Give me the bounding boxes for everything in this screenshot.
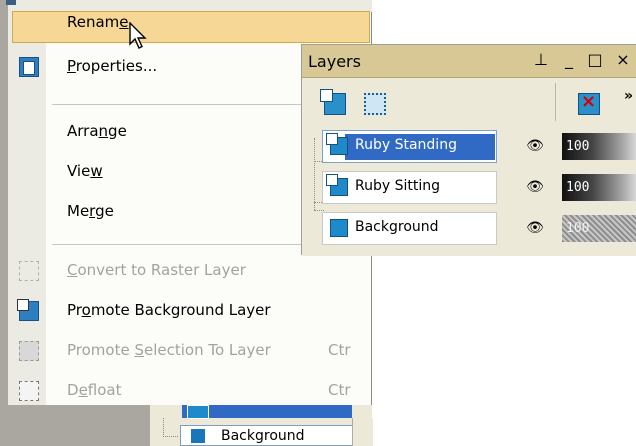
menu-item-convert-to-raster[interactable]: Convert to Raster Layer xyxy=(8,252,372,290)
close-icon[interactable]: × xyxy=(614,51,632,69)
background-layer-icon xyxy=(330,219,348,237)
convert-raster-icon xyxy=(19,261,39,281)
toolbar-overflow-icon[interactable]: » xyxy=(624,88,633,104)
promote-background-icon xyxy=(17,299,39,321)
menu-item-label: Rename xyxy=(67,13,129,31)
menu-item-label: View xyxy=(67,162,103,180)
raster-layer-icon xyxy=(326,133,348,155)
menu-item-label: Properties... xyxy=(67,57,158,75)
menu-item-promote-background[interactable]: Promote Background Layer xyxy=(8,292,372,330)
menu-item-label: Promote Background Layer xyxy=(67,301,271,319)
menu-item-label: Merge xyxy=(67,202,114,220)
layer-row-ruby-standing[interactable]: Ruby Standing xyxy=(322,130,497,163)
background-layer-icon xyxy=(191,429,205,443)
new-layer-icon[interactable] xyxy=(320,89,346,115)
layer-name: Ruby Sitting xyxy=(355,178,440,194)
menu-item-label: Arrange xyxy=(67,122,127,140)
menu-item-label: Defloat xyxy=(67,381,122,399)
layer-name: Ruby Standing xyxy=(355,137,457,153)
layer-row-ruby-sitting[interactable]: Ruby Sitting xyxy=(322,171,497,204)
eye-icon[interactable]: 👁 xyxy=(512,171,558,204)
delete-layer-icon[interactable]: × xyxy=(578,92,600,115)
tree-connector xyxy=(314,210,324,211)
app-background-left xyxy=(0,0,8,446)
opacity-slider[interactable]: 100 xyxy=(562,215,636,242)
eye-icon[interactable]: 👁 xyxy=(512,130,558,163)
layer-row-background[interactable]: Background xyxy=(322,212,497,245)
background-layer-label: Background xyxy=(221,428,305,444)
opacity-slider[interactable]: 100 xyxy=(562,133,636,160)
menu-item-shortcut: Ctr xyxy=(328,341,351,359)
mouse-pointer-icon xyxy=(129,22,147,49)
tree-connector xyxy=(314,138,315,210)
layers-toolbar: × » xyxy=(302,78,636,128)
layers-list: Ruby Standing 👁 100 Ruby Sitting 👁 100 B… xyxy=(302,128,636,256)
layers-titlebar[interactable]: Layers ⊥ _ □ × xyxy=(302,45,636,78)
menu-item-label: Promote Selection To Layer xyxy=(67,341,271,359)
background-layer-row[interactable]: Background xyxy=(180,425,360,446)
new-group-icon[interactable] xyxy=(364,93,386,115)
layer-name: Background xyxy=(355,219,439,235)
layers-title: Layers xyxy=(308,52,361,71)
layers-palette: Layers ⊥ _ □ × × » Ruby Standing 👁 100 R… xyxy=(301,44,636,256)
minimize-icon[interactable]: _ xyxy=(560,51,578,69)
menu-item-defloat[interactable]: Defloat Ctr xyxy=(8,372,372,410)
properties-icon xyxy=(19,57,39,77)
eye-icon[interactable]: 👁 xyxy=(512,212,558,245)
pin-icon[interactable]: ⊥ xyxy=(532,51,550,69)
background-panel-edge xyxy=(352,418,373,446)
menu-item-highlight xyxy=(12,11,370,43)
opacity-slider[interactable]: 100 xyxy=(562,174,636,201)
maximize-icon[interactable]: □ xyxy=(586,51,604,69)
toolbar-separator xyxy=(555,83,556,121)
menu-item-label: Convert to Raster Layer xyxy=(67,261,246,279)
menu-item-shortcut: Ctr xyxy=(328,381,351,399)
raster-layer-icon xyxy=(326,174,348,196)
tree-connector xyxy=(163,418,178,437)
promote-selection-icon xyxy=(19,341,39,361)
menu-item-promote-selection[interactable]: Promote Selection To Layer Ctr xyxy=(8,332,372,370)
menu-item-rename[interactable]: Rename xyxy=(8,0,372,43)
defloat-icon xyxy=(19,381,39,401)
